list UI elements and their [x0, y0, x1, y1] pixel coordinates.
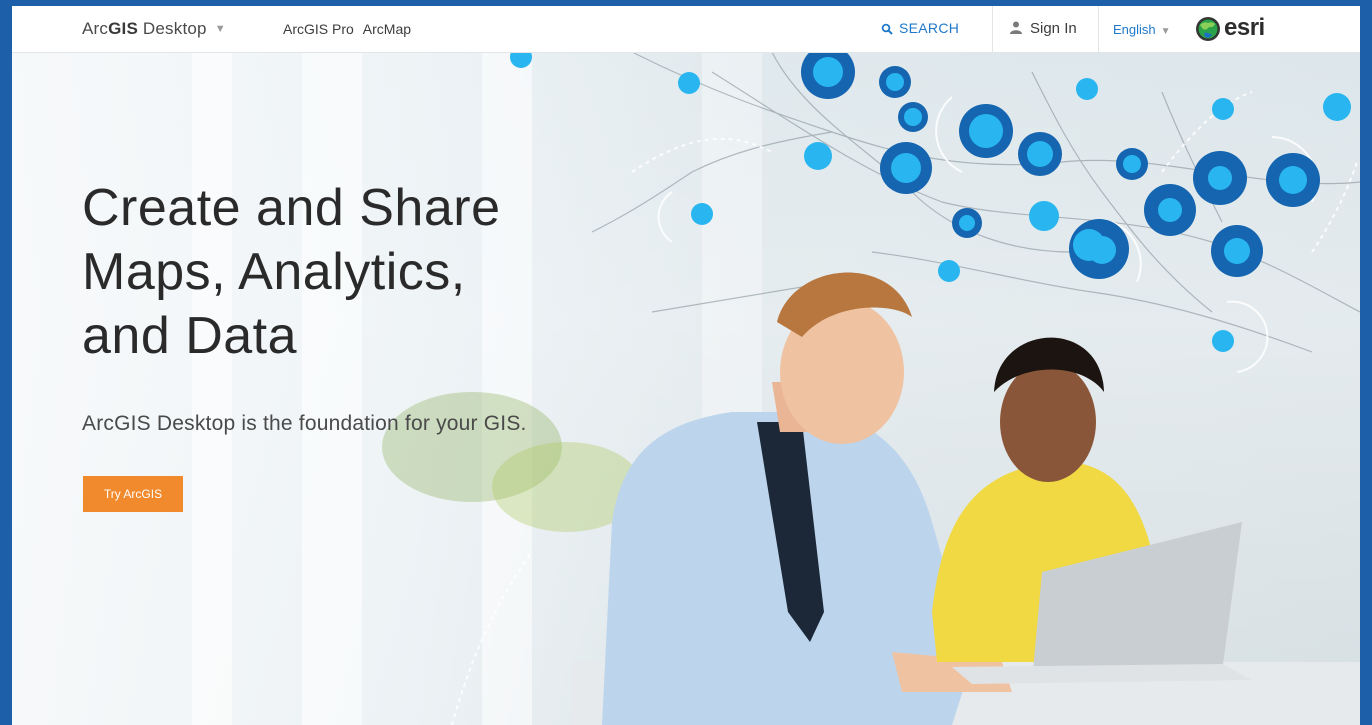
product-links: ArcGIS Pro ArcMap — [283, 21, 420, 37]
brand-suffix: Desktop — [138, 19, 207, 38]
nav-link-arcmap[interactable]: ArcMap — [363, 21, 411, 37]
search-button[interactable]: SEARCH — [881, 20, 959, 36]
product-switcher[interactable]: ArcGIS Desktop ▼ — [82, 19, 226, 39]
chevron-down-icon: ▼ — [214, 23, 226, 35]
sign-in-link[interactable]: Sign In — [1010, 20, 1077, 37]
brand-bold: GIS — [108, 19, 138, 38]
top-navigation: ArcGIS Desktop ▼ ArcGIS Pro ArcMap SEARCH … — [12, 6, 1360, 53]
browser-viewport: ArcGIS Desktop ▼ ArcGIS Pro ArcMap SEARCH … — [12, 6, 1360, 725]
hero-headline: Create and Share Maps, Analytics, and Da… — [82, 176, 602, 368]
globe-icon[interactable] — [1195, 15, 1221, 43]
headline-line: and Data — [82, 307, 298, 365]
hero-photo-illustration — [451, 52, 1360, 725]
hero-subheading: ArcGIS Desktop is the foundation for you… — [82, 412, 527, 435]
nav-link-arcgis-pro[interactable]: ArcGIS Pro — [283, 21, 354, 37]
search-icon — [881, 23, 893, 35]
sign-in-label: Sign In — [1030, 20, 1077, 37]
map-points — [510, 52, 1351, 352]
search-label: SEARCH — [899, 20, 960, 36]
esri-logo-text: esri — [1224, 14, 1265, 41]
hero-section: Create and Share Maps, Analytics, and Da… — [12, 52, 1360, 725]
headline-line: Create and Share — [82, 179, 501, 237]
headline-line: Maps, Analytics, — [82, 243, 466, 301]
chevron-down-icon: ▼ — [1160, 26, 1171, 37]
map-network-lines — [591, 52, 1360, 353]
nav-divider — [992, 6, 993, 52]
language-selector[interactable]: English ▼ — [1113, 22, 1171, 37]
language-label: English — [1113, 22, 1156, 37]
try-arcgis-button[interactable]: Try ArcGIS — [83, 476, 183, 512]
brand-prefix: Arc — [82, 19, 109, 38]
nav-divider — [1098, 6, 1099, 52]
user-icon — [1010, 21, 1022, 34]
